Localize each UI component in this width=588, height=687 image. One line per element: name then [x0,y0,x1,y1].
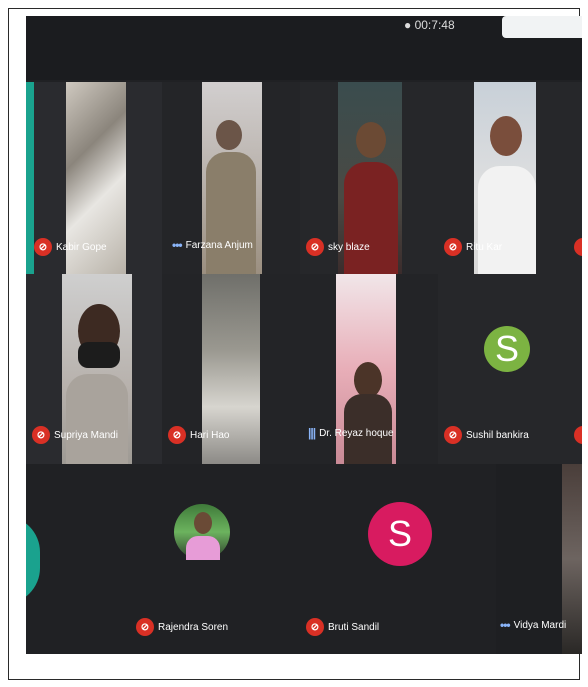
participant-name: Vidya Mardi [513,619,567,631]
top-bar: ● 00:7:48 [26,16,582,80]
participant-name: Sushil bankira [466,429,529,441]
participant-name: Ritu Kar [466,241,503,253]
participant-tile[interactable]: ••• Vidya Mardi [496,464,582,654]
participant-tile[interactable]: ⊘ Hari Hao [162,274,300,464]
participant-name: Bruti Sandil [328,621,380,633]
participant-namebar: ||| Dr. Reyaz hoque [308,426,394,440]
participant-tile[interactable]: ⊘ Kabir Gope [26,82,162,274]
body [478,166,536,274]
face [356,122,386,158]
face [194,512,212,534]
participant-namebar: ⊘ Supriya Mandi [32,426,118,444]
participant-name: Farzana Anjum [185,239,253,251]
more-dots-icon: ••• [500,618,511,632]
participant-tile[interactable]: ••• Farzana Anjum [162,82,300,274]
mic-off-icon: ⊘ [168,426,186,444]
participant-tile[interactable]: ⊘ Supriya Mandi [26,274,162,464]
more-dots-icon: ••• [172,238,183,252]
participant-name: Supriya Mandi [54,429,118,441]
body [206,152,256,274]
body [66,374,128,464]
participant-namebar: ⊘ Kabir Gope [34,238,107,256]
avatar: S [368,502,432,566]
participant-namebar: ⊘ sky blaze [306,238,370,256]
top-right-chip[interactable] [502,16,582,38]
mic-off-icon: ⊘ [444,238,462,256]
participant-namebar: ⊘ Sushil bankira [444,426,529,444]
mic-off-icon [574,426,582,444]
participant-namebar: ⊘ Ritu Kar [444,238,502,256]
participant-tile[interactable]: S ⊘ Sushil bankira [438,274,582,464]
meeting-clock: ● 00:7:48 [404,18,455,32]
avatar [174,504,230,560]
participant-tile[interactable]: ||| Dr. Reyaz hoque [300,274,438,464]
mic-off-icon: ⊘ [444,426,462,444]
body [344,162,398,274]
participant-name: Dr. Reyaz hoque [319,427,394,439]
participant-namebar: ⊘ Hari Hao [168,426,229,444]
meeting-window: ● 00:7:48 ⊘ Kabir Gope ••• Farzana Anjum… [26,16,582,654]
avatar: S [484,326,530,372]
avatar-letter: S [387,513,412,554]
speaking-icon: ||| [308,426,316,440]
mic-off-icon: ⊘ [34,238,52,256]
mask [78,342,120,368]
participant-name: sky blaze [328,241,370,253]
mic-off-icon: ⊘ [306,238,324,256]
participant-name: Hari Hao [190,429,230,441]
participant-tile[interactable]: ⊘ Rajendra Soren [116,464,296,654]
participant-namebar: ⊘ Bruti Sandil [306,618,379,636]
body [186,536,220,560]
avatar-letter: S [494,328,519,369]
participant-namebar: ••• Vidya Mardi [500,618,566,632]
mic-off-icon: ⊘ [136,618,154,636]
participant-namebar: ••• Farzana Anjum [172,238,253,252]
participant-tile[interactable]: ⊘ sky blaze [300,82,438,274]
participant-namebar: ⊘ Rajendra Soren [136,618,228,636]
participant-tile[interactable]: ⊘ Ritu Kar [438,82,582,274]
mic-off-icon [574,238,582,256]
mic-off-icon: ⊘ [306,618,324,636]
mic-off-icon: ⊘ [32,426,50,444]
participant-name: Kabir Gope [56,241,107,253]
avatar-partial [26,516,40,604]
face [354,362,382,398]
participant-name: Rajendra Soren [158,621,229,633]
video-edge [26,82,34,274]
face [216,120,242,150]
participant-tile[interactable]: S ⊘ Bruti Sandil [296,464,496,654]
face [490,116,522,156]
